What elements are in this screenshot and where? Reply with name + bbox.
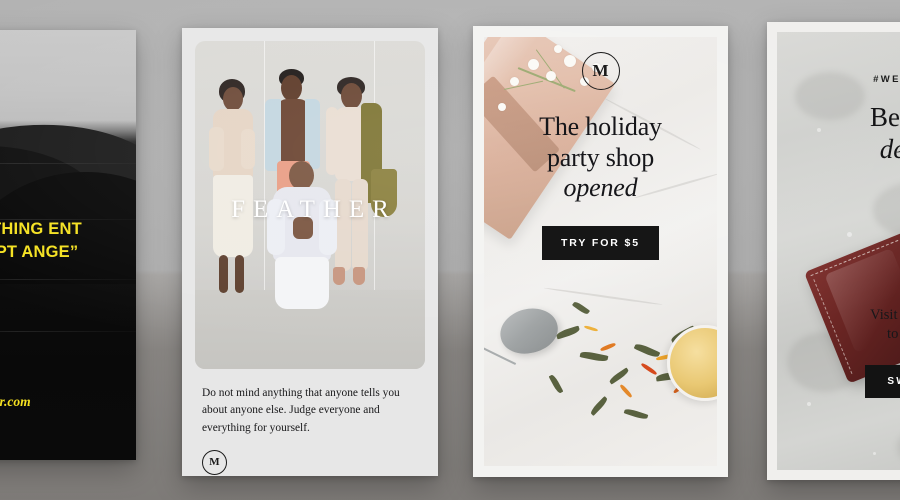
learn-more-link[interactable]: rn more: [0, 414, 126, 430]
holiday-content: M The holiday party shop opened TRY FOR …: [473, 52, 728, 261]
dunes-footer: ndesigner.com rn more: [0, 394, 126, 430]
dune-highlight-1: [0, 163, 136, 165]
weather-headline: Becaus deser: [831, 101, 900, 166]
story-card-feather[interactable]: FEATHER Do not mind anything that anyone…: [182, 28, 438, 476]
visit-line-2: to learn: [887, 326, 900, 343]
tea-leaf-7: [589, 396, 609, 416]
headline-line-1: The holiday: [539, 112, 662, 141]
swipe-up-button[interactable]: SWIPE: [865, 365, 900, 398]
tea-leaf-1: [555, 325, 581, 340]
tea-leaf-8: [623, 407, 649, 421]
tea-leaf-3: [608, 367, 630, 385]
website-link[interactable]: ndesigner.com: [0, 394, 126, 410]
concrete-speck-5: [807, 402, 811, 406]
monogram-icon: M: [202, 449, 227, 475]
dune-highlight-4: [0, 331, 136, 332]
story-card-dunes-quote[interactable]: S NOTHING ENT EXCEPT ANGE” njamin ndesig…: [0, 30, 136, 460]
safflower-petal-1: [599, 342, 617, 352]
feather-monogram: M: [202, 449, 425, 475]
tea-leaf-6: [548, 373, 564, 395]
concrete-smudge-2: [873, 182, 900, 238]
feather-wordmark: FEATHER: [231, 196, 397, 223]
quote-author: njamin: [0, 279, 124, 297]
feather-caption: Do not mind anything that anyone tells y…: [202, 387, 400, 434]
weather-hashtag: #WEATHER: [873, 74, 900, 85]
weather-visit-text: Visit weather to learn: [831, 306, 900, 345]
visit-prefix: Visit: [870, 306, 900, 323]
showcase-stage: S NOTHING ENT EXCEPT ANGE” njamin ndesig…: [0, 0, 900, 500]
tea-leaf-2: [579, 350, 609, 363]
tea-infuser: [495, 302, 563, 360]
headline-line-1: Becaus: [870, 102, 900, 132]
headline-line-2: party shop: [546, 142, 655, 172]
monogram-icon: M: [581, 52, 620, 90]
safflower-petal-2: [640, 362, 658, 376]
concrete-speck-3: [847, 232, 852, 237]
story-card-holiday[interactable]: M The holiday party shop opened TRY FOR …: [473, 26, 728, 477]
tea-leaf-10: [571, 300, 591, 316]
concrete-speck-6: [873, 452, 876, 455]
holiday-headline: The holiday party shop opened: [473, 112, 728, 204]
marble-vein-3: [543, 287, 663, 306]
weather-bottom: Visit weather to learn SWIPE: [777, 306, 900, 398]
holiday-monogram: M: [473, 52, 728, 90]
quote-text: S NOTHING ENT EXCEPT ANGE”: [0, 220, 82, 262]
headline-emphasis: deser: [879, 134, 900, 165]
weather-content: #WEATHER Becaus deser: [777, 74, 900, 166]
weather-photo: #WEATHER Becaus deser Visit weather to l…: [777, 32, 900, 470]
try-for-5-button[interactable]: TRY FOR $5: [541, 226, 660, 261]
story-card-weather[interactable]: #WEATHER Becaus deser Visit weather to l…: [767, 22, 900, 480]
safflower-petal-6: [583, 325, 599, 332]
quote-block: S NOTHING ENT EXCEPT ANGE” njamin: [0, 218, 124, 297]
safflower-petal-4: [619, 383, 633, 399]
tea-leaf-4: [633, 342, 661, 359]
headline-emphasis: opened: [563, 173, 638, 203]
